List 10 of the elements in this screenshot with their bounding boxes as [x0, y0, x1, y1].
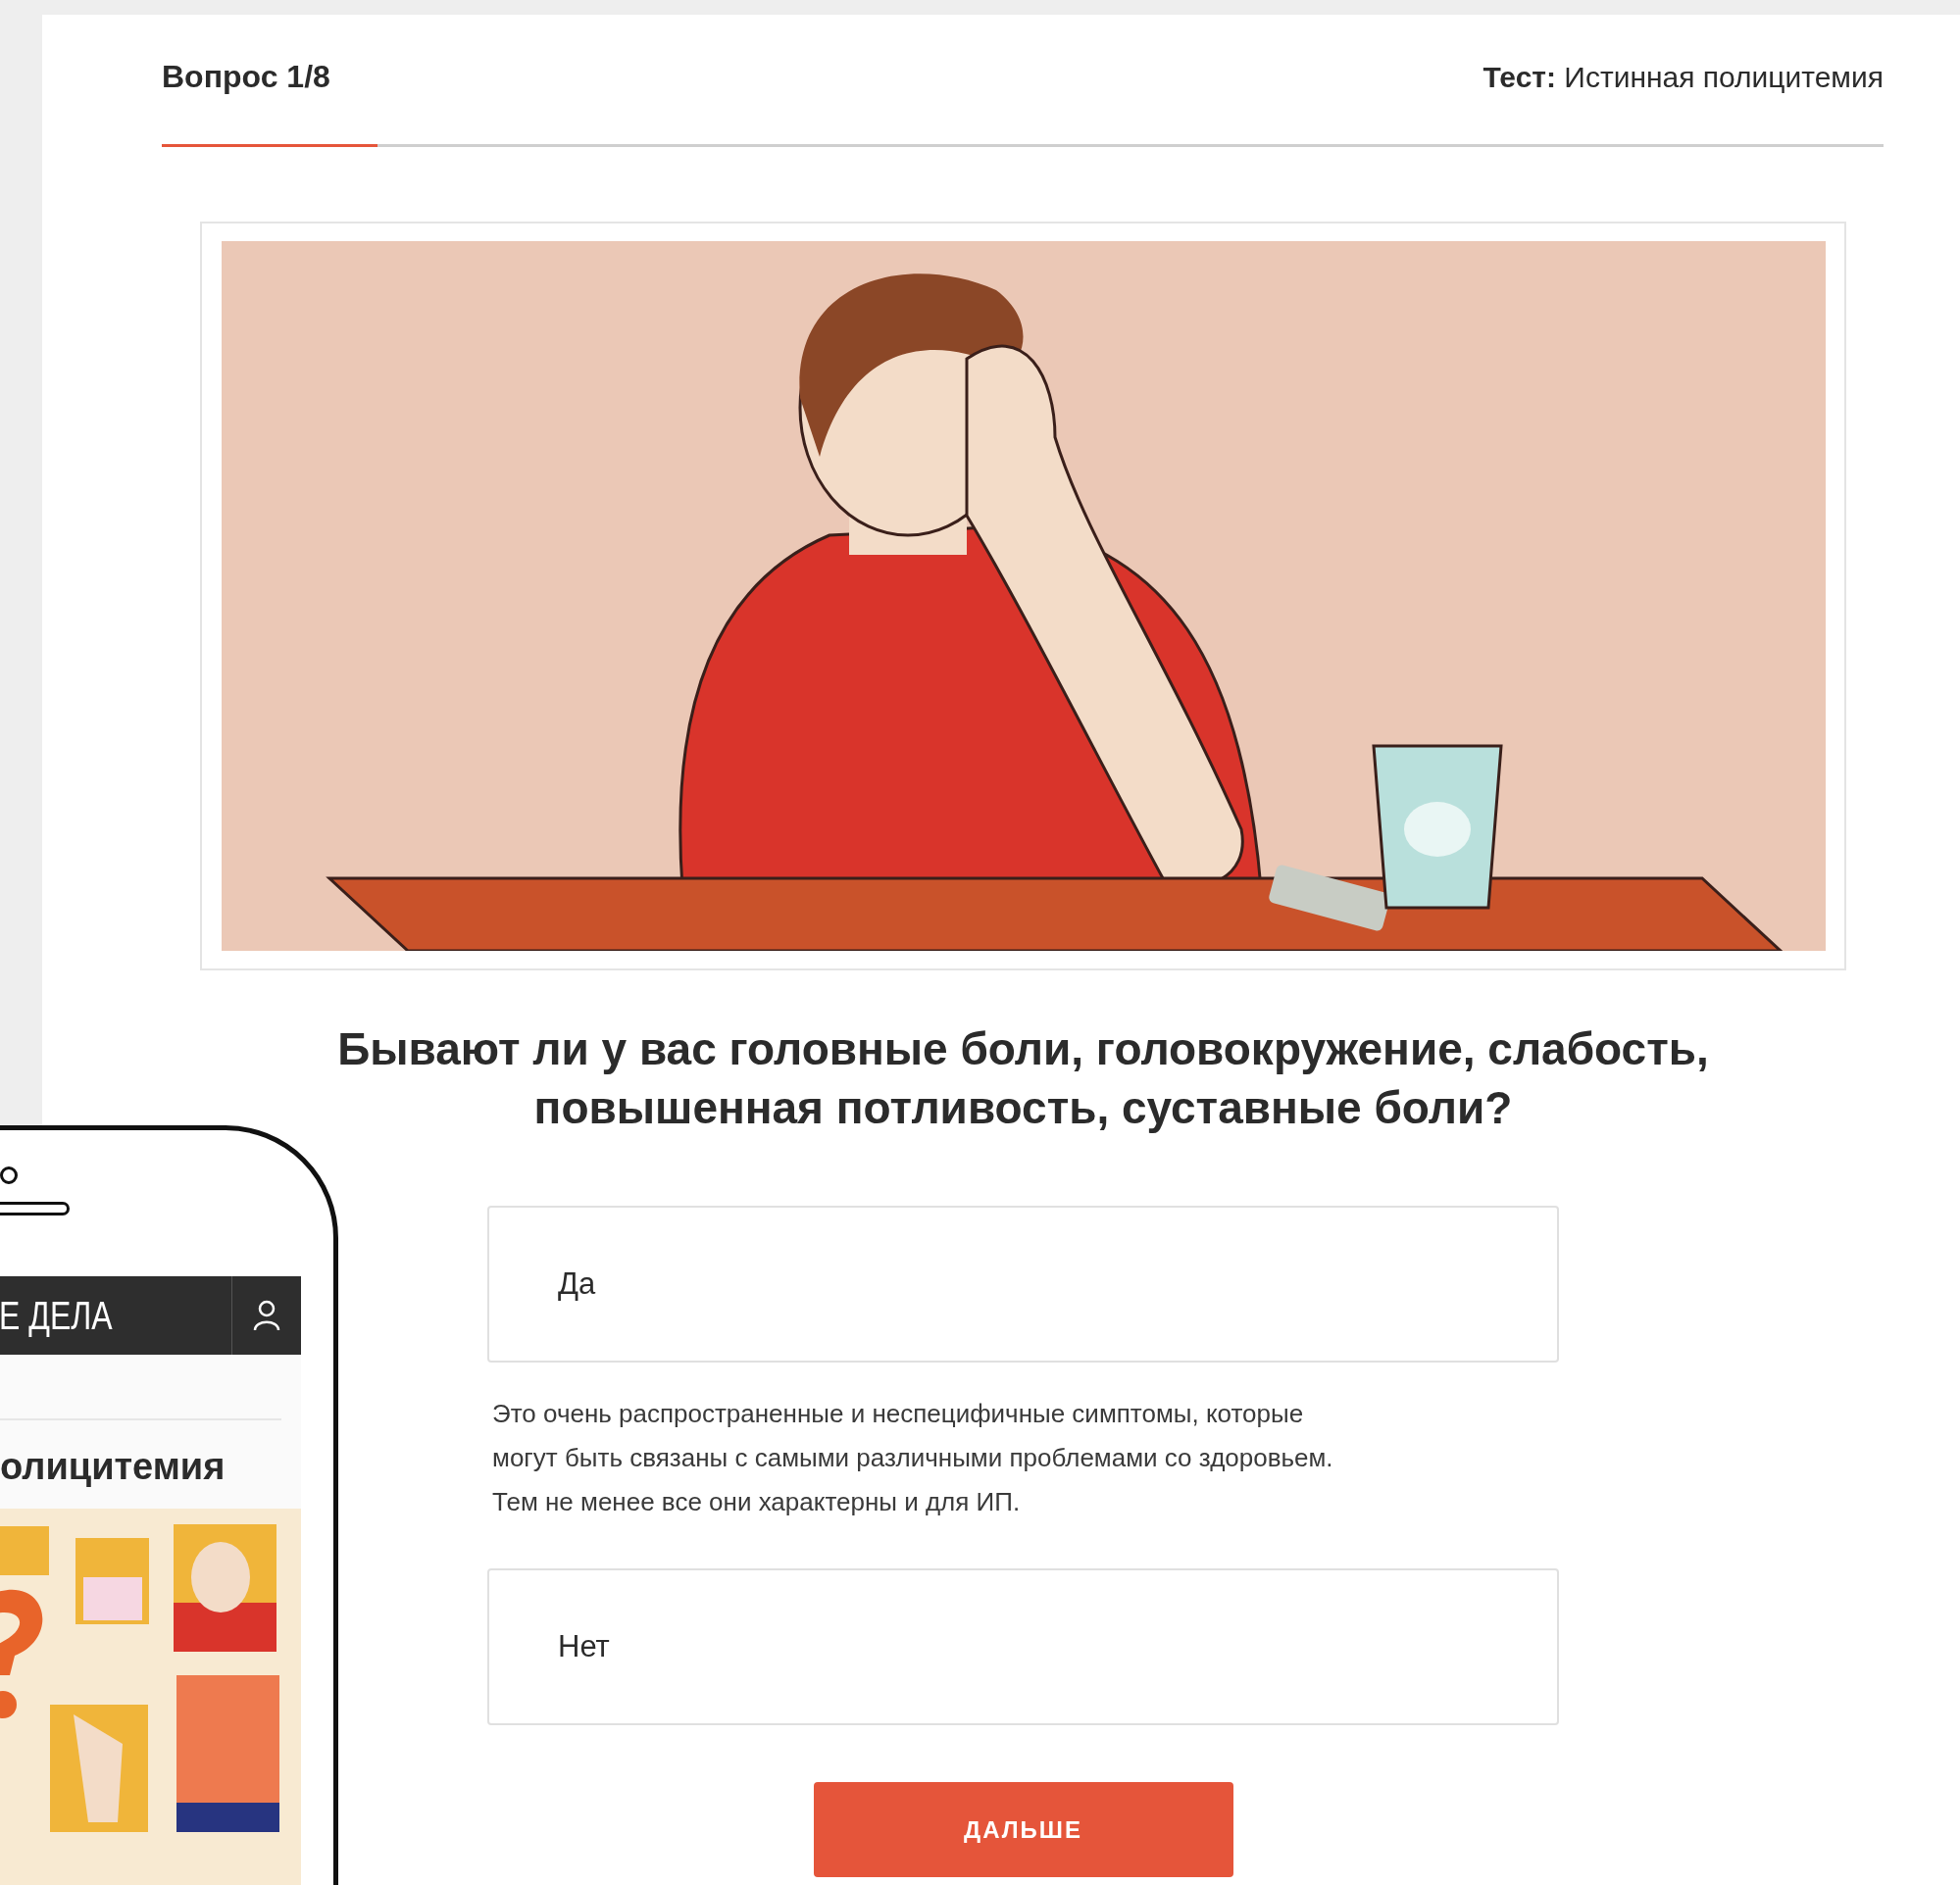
answer-option[interactable]: Нет: [487, 1568, 1559, 1725]
user-icon[interactable]: [253, 1300, 280, 1331]
test-title: Тест: Истинная полицитемия: [1483, 60, 1884, 94]
site-logo[interactable]: Е ДЕЛА: [0, 1276, 176, 1355]
page-title: олицитемия: [0, 1445, 226, 1489]
question-counter: Вопрос 1/8: [162, 59, 330, 95]
answer-explanation: Это очень распространенные и неспецифичные симптомы, которые могут быть связаны с самыми различными проблемами со здоровьем. Тем не менее все они характерны и для ИП.: [491, 1398, 1334, 1518]
next-button[interactable]: ДАЛЬШЕ: [813, 1782, 1233, 1877]
question-text: Бывают ли у вас головные боли, головокружение, слабость, повышенная потливость, суставные боли?: [336, 1022, 1710, 1135]
answer-option[interactable]: Да: [487, 1206, 1559, 1363]
